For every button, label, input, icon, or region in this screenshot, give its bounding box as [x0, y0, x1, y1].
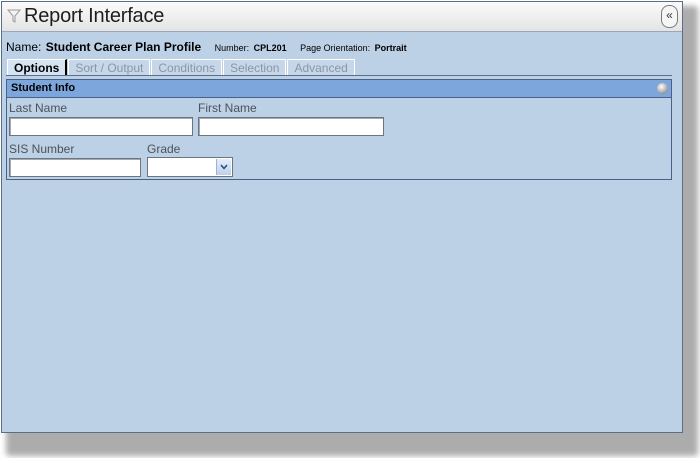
report-interface-window: Report Interface « Name: Student Career … — [1, 1, 683, 433]
tab-divider — [6, 75, 672, 76]
filter-icon — [6, 8, 22, 24]
grade-label: Grade — [147, 142, 181, 156]
dropdown-arrow[interactable] — [216, 159, 231, 175]
collapse-circle-icon[interactable] — [657, 83, 668, 94]
student-info-header: Student Info — [7, 80, 671, 98]
first-name-input[interactable] — [198, 117, 384, 136]
tab-advanced[interactable]: Advanced — [287, 59, 355, 76]
first-name-label: First Name — [198, 101, 257, 115]
grade-select[interactable] — [147, 157, 233, 177]
chevron-down-icon — [220, 164, 228, 170]
report-number-value: CPL201 — [253, 43, 287, 53]
tab-selection[interactable]: Selection — [223, 59, 287, 76]
report-number-label: Number: — [214, 43, 250, 53]
page-orientation-label: Page Orientation: — [300, 43, 371, 53]
tab-options[interactable]: Options — [7, 59, 68, 76]
title-bar: Report Interface « — [2, 2, 682, 32]
report-name-value: Student Career Plan Profile — [45, 40, 202, 54]
window-title: Report Interface — [24, 5, 165, 27]
tab-conditions[interactable]: Conditions — [151, 59, 223, 76]
tab-sort-output[interactable]: Sort / Output — [68, 59, 151, 76]
student-info-panel: Student Info Last Name First Name SIS Nu… — [6, 79, 672, 180]
sis-number-label: SIS Number — [9, 142, 75, 156]
last-name-input[interactable] — [9, 117, 193, 136]
double-chevron-left-icon: « — [666, 8, 673, 22]
report-tabs: Options Sort / Output Conditions Selecti… — [7, 59, 356, 76]
report-name-label: Name: — [6, 40, 42, 54]
page-orientation-value: Portrait — [374, 43, 407, 53]
sis-number-input[interactable] — [9, 158, 141, 177]
report-info-row: Name: Student Career Plan Profile Number… — [6, 38, 416, 56]
panel-title: Student Info — [11, 82, 76, 94]
last-name-label: Last Name — [9, 101, 68, 115]
collapse-panel-button[interactable]: « — [661, 5, 678, 28]
